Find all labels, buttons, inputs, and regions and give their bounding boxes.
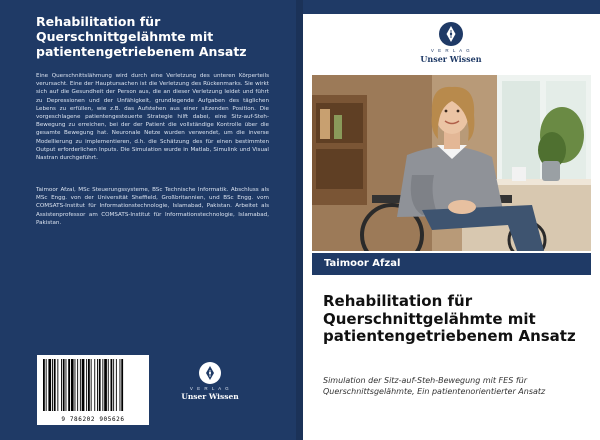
book-subtitle: Simulation der Sitz-auf-Steh-Bewegung mi… <box>323 376 546 396</box>
back-cover-abstract: Eine Querschnittslähmung wird durch eine… <box>36 73 269 162</box>
publisher-name: Unser Wissen <box>181 392 239 401</box>
author-name: Taimoor Afzal <box>324 258 401 269</box>
book-title: Rehabilitation für Querschnittgelähmte m… <box>323 292 576 345</box>
back-publisher-logo: V E R L A G Unser Wissen <box>170 362 250 401</box>
front-publisher-logo: V E R L A G Unser Wissen <box>401 22 501 64</box>
publisher-verlag-label: V E R L A G <box>189 386 231 391</box>
isbn-barcode: 9 786202 905626 <box>37 355 149 425</box>
pen-nib-icon <box>199 362 221 384</box>
book-spine <box>296 0 303 440</box>
publisher-name: Unser Wissen <box>420 54 482 64</box>
back-cover-title: Rehabilitation für Querschnittgelähmte m… <box>36 14 247 59</box>
author-bio: Taimoor Afzal, MSc Steuerungssysteme, BS… <box>36 187 269 226</box>
barcode-digits: 9 786202 905626 <box>61 416 125 423</box>
barcode-icon <box>43 359 124 411</box>
cover-photo <box>312 75 591 251</box>
author-bar: Taimoor Afzal <box>312 253 591 275</box>
publisher-verlag-label: V E R L A G <box>430 48 472 53</box>
pen-nib-icon <box>439 22 463 46</box>
front-top-bar <box>303 0 600 14</box>
back-cover: Rehabilitation für Querschnittgelähmte m… <box>0 0 296 440</box>
front-cover: V E R L A G Unser Wissen Taimoor Afzal R… <box>303 0 600 440</box>
